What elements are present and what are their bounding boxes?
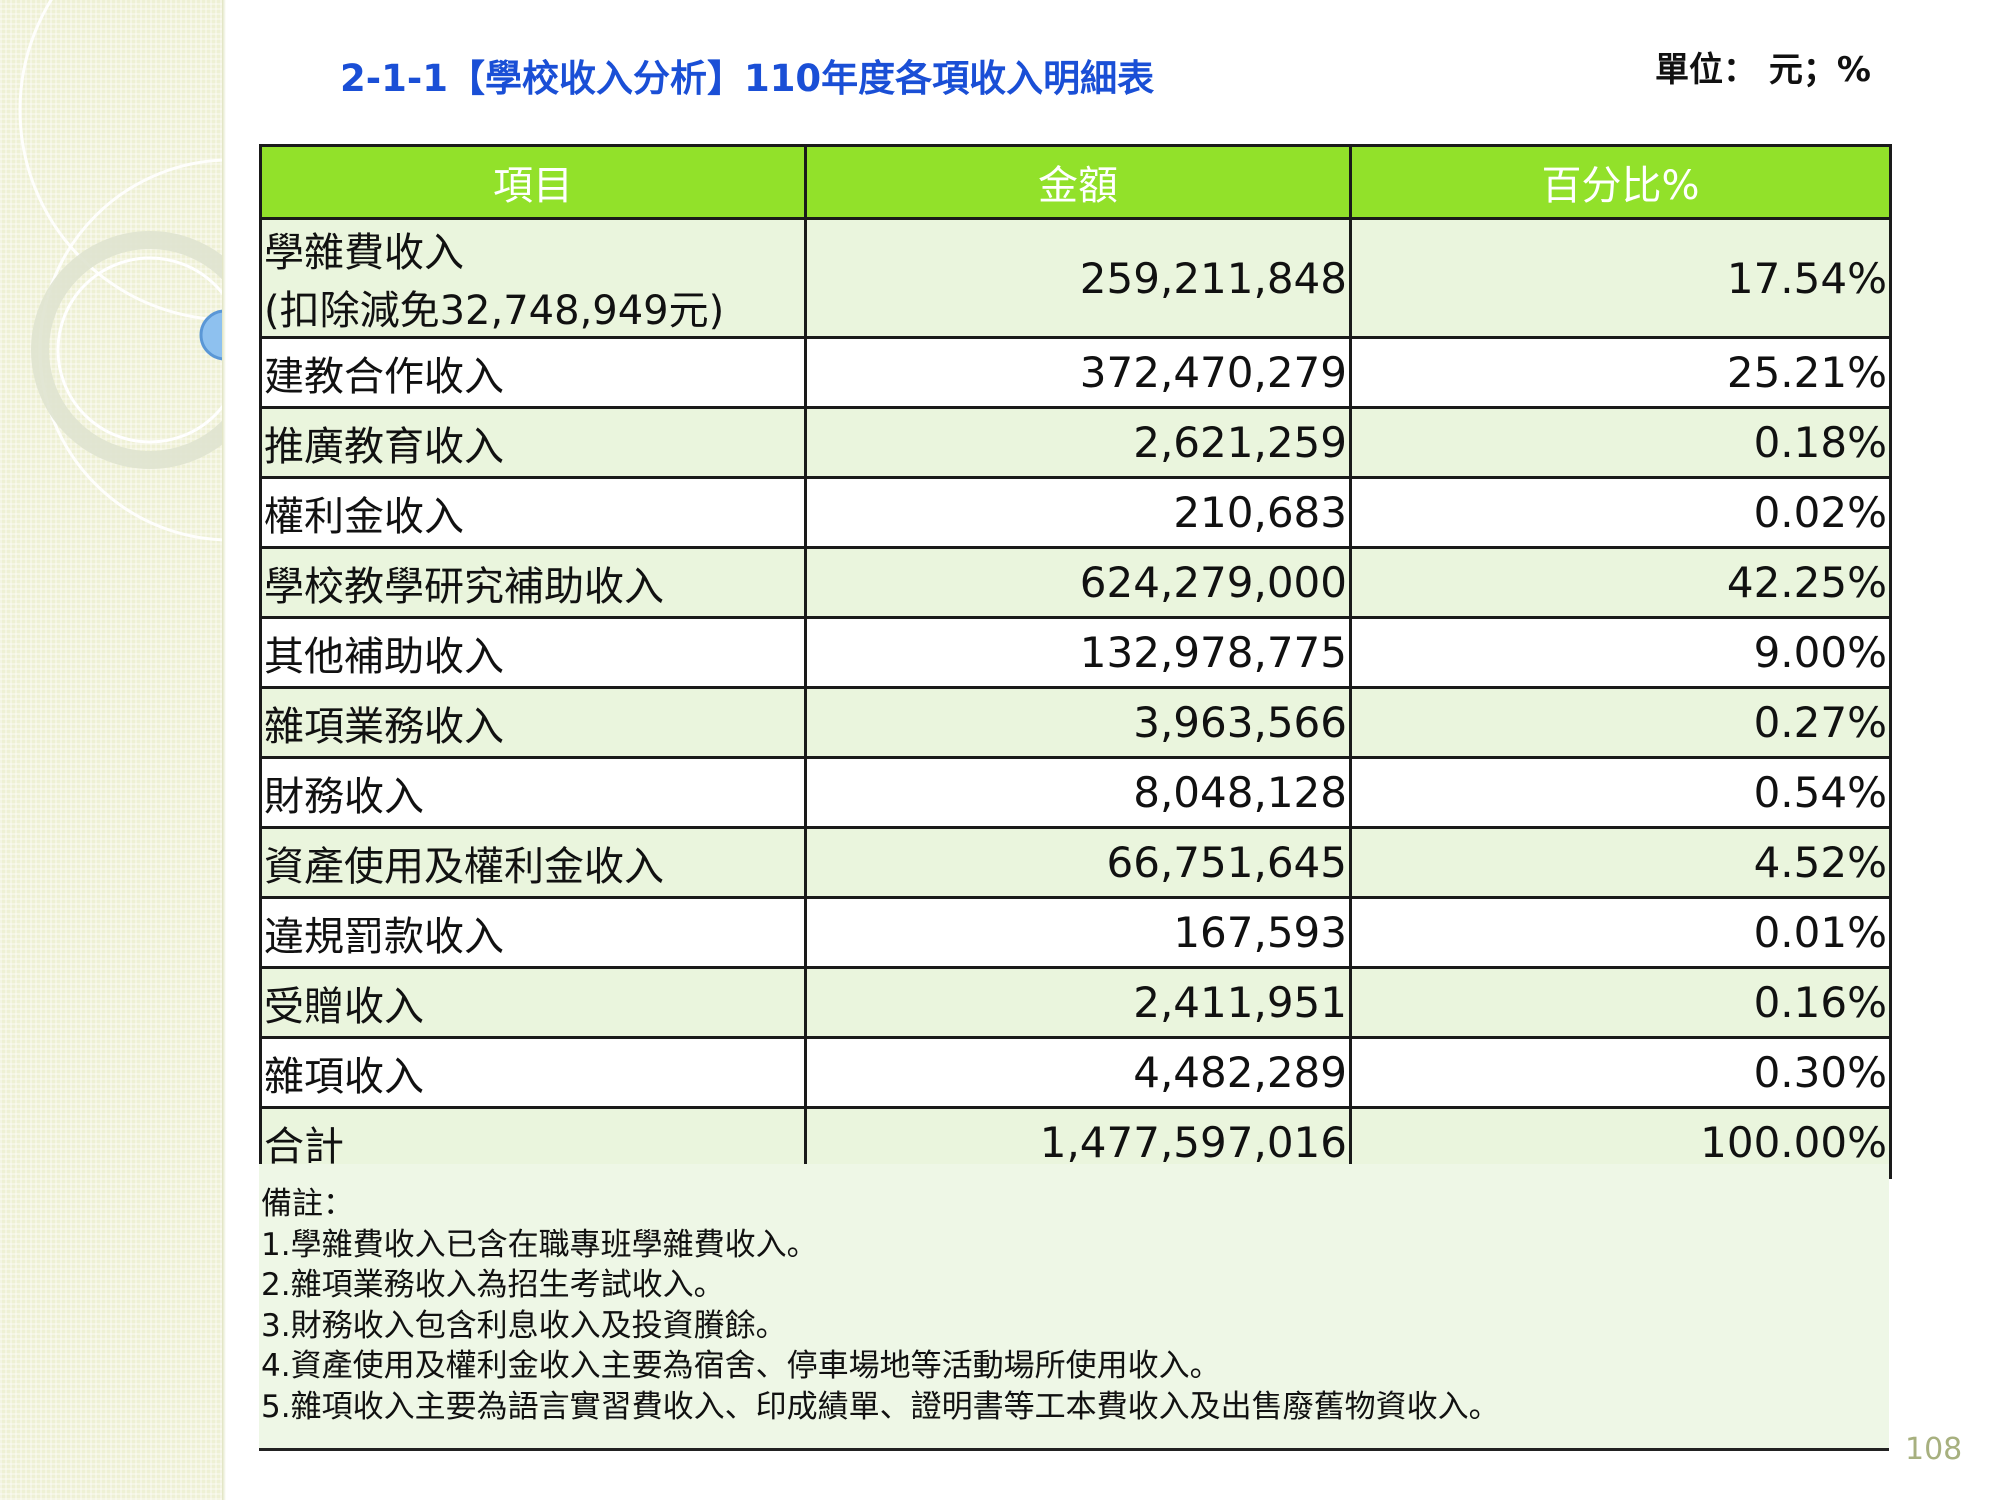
- decorative-circles: [18, 0, 222, 542]
- amount-cell: 167,593: [804, 896, 1352, 969]
- percent-cell: 0.01%: [1349, 896, 1892, 969]
- percent-cell: 0.16%: [1349, 966, 1892, 1039]
- table-row: 其他補助收入 132,978,775 9.00%: [259, 616, 1892, 689]
- table-row: 雜項收入 4,482,289 0.30%: [259, 1036, 1892, 1109]
- table-row: 資產使用及權利金收入 66,751,645 4.52%: [259, 826, 1892, 899]
- item-label: 學雜費收入: [264, 230, 464, 276]
- percent-cell: 0.02%: [1349, 476, 1892, 549]
- decorative-side-panel: [0, 0, 222, 1500]
- item-cell: 財務收入: [259, 756, 807, 829]
- amount-cell: 8,048,128: [804, 756, 1352, 829]
- note-line: 1.學雜費收入已含在職專班學雜費收入。: [261, 1226, 818, 1263]
- amount-cell: 3,963,566: [804, 686, 1352, 759]
- table-row: 權利金收入 210,683 0.02%: [259, 476, 1892, 549]
- percent-cell: 4.52%: [1349, 826, 1892, 899]
- page-number: 108: [1905, 1432, 1963, 1467]
- percent-cell: 42.25%: [1349, 546, 1892, 619]
- amount-cell: 210,683: [804, 476, 1352, 549]
- amount-cell: 259,211,848: [804, 217, 1352, 339]
- amount-cell: 2,411,951: [804, 966, 1352, 1039]
- amount-cell: 132,978,775: [804, 616, 1352, 689]
- table-row: 推廣教育收入 2,621,259 0.18%: [259, 406, 1892, 479]
- amount-cell: 2,621,259: [804, 406, 1352, 479]
- percent-cell: 9.00%: [1349, 616, 1892, 689]
- percent-cell: 0.30%: [1349, 1036, 1892, 1109]
- header-percent: 百分比%: [1349, 144, 1892, 220]
- percent-cell: 17.54%: [1349, 217, 1892, 339]
- item-cell: 資產使用及權利金收入: [259, 826, 807, 899]
- table-row: 建教合作收入 372,470,279 25.21%: [259, 336, 1892, 409]
- item-cell: 違規罰款收入: [259, 896, 807, 969]
- item-cell: 其他補助收入: [259, 616, 807, 689]
- table-row: 受贈收入 2,411,951 0.16%: [259, 966, 1892, 1039]
- percent-cell: 0.27%: [1349, 686, 1892, 759]
- item-cell: 學雜費收入 (扣除減免32,748,949元): [259, 217, 807, 339]
- table-row: 財務收入 8,048,128 0.54%: [259, 756, 1892, 829]
- item-cell: 雜項收入: [259, 1036, 807, 1109]
- amount-cell: 372,470,279: [804, 336, 1352, 409]
- item-cell: 受贈收入: [259, 966, 807, 1039]
- amount-cell: 624,279,000: [804, 546, 1352, 619]
- amount-cell: 4,482,289: [804, 1036, 1352, 1109]
- bottom-rule: [259, 1448, 1889, 1451]
- header-amount: 金額: [804, 144, 1352, 220]
- percent-cell: 25.21%: [1349, 336, 1892, 409]
- note-line: 2.雜項業務收入為招生考試收入。: [261, 1267, 725, 1303]
- table-row: 雜項業務收入 3,963,566 0.27%: [259, 686, 1892, 759]
- percent-cell: 0.18%: [1349, 406, 1892, 479]
- item-cell: 雜項業務收入: [259, 686, 807, 759]
- panel-edge: [222, 0, 226, 1500]
- item-cell: 學校教學研究補助收入: [259, 546, 807, 619]
- item-cell: 權利金收入: [259, 476, 807, 549]
- note-line: 4.資產使用及權利金收入主要為宿舍、停車場地等活動場所使用收入。: [261, 1348, 1221, 1384]
- table-row: 學校教學研究補助收入 624,279,000 42.25%: [259, 546, 1892, 619]
- header-item: 項目: [259, 144, 807, 220]
- item-cell: 建教合作收入: [259, 336, 807, 409]
- page-title: 2-1-1【學校收入分析】110年度各項收入明細表: [340, 57, 1155, 100]
- note-line: 3.財務收入包含利息收入及投資賸餘。: [261, 1307, 787, 1344]
- table-row: 學雜費收入 (扣除減免32,748,949元) 259,211,848 17.5…: [259, 217, 1892, 339]
- item-note: (扣除減免32,748,949元): [264, 288, 725, 334]
- income-table: 項目 金額 百分比% 學雜費收入 (扣除減免32,748,949元) 259,2…: [259, 144, 1892, 1179]
- percent-cell: 0.54%: [1349, 756, 1892, 829]
- notes-box: 備註： 1.學雜費收入已含在職專班學雜費收入。 2.雜項業務收入為招生考試收入。…: [259, 1164, 1889, 1451]
- notes-heading: 備註：: [261, 1186, 354, 1222]
- note-line: 5.雜項收入主要為語言實習費收入、印成績單、證明書等工本費收入及出售廢舊物資收入…: [261, 1388, 1500, 1425]
- amount-cell: 66,751,645: [804, 826, 1352, 899]
- table-header-row: 項目 金額 百分比%: [259, 144, 1892, 220]
- table-row: 違規罰款收入 167,593 0.01%: [259, 896, 1892, 969]
- unit-label: 單位： 元；%: [1655, 50, 1871, 90]
- item-cell: 推廣教育收入: [259, 406, 807, 479]
